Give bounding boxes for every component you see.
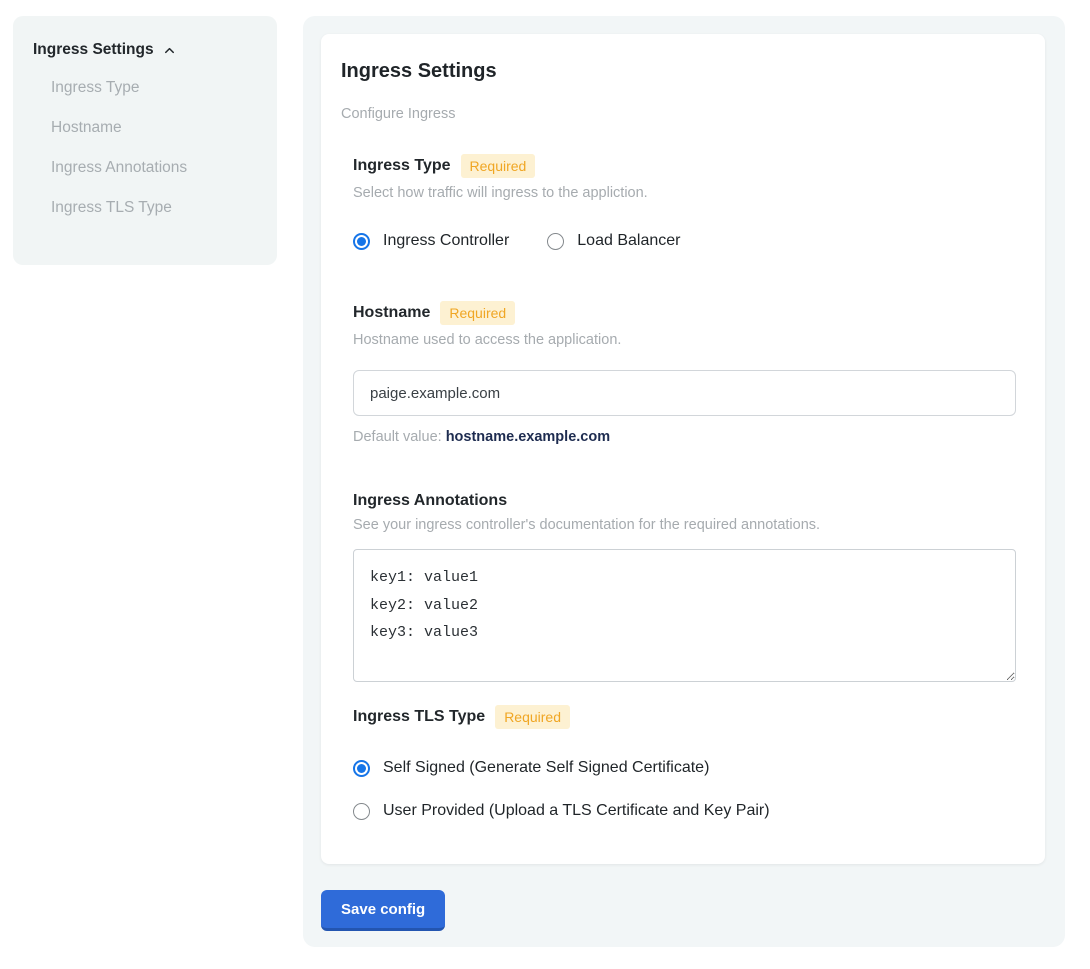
radio-button-icon[interactable] xyxy=(353,233,370,250)
ingress-type-label: Ingress Type xyxy=(353,157,451,175)
sidebar-item-hostname[interactable]: Hostname xyxy=(33,108,257,148)
sidebar-item-list: Ingress Type Hostname Ingress Annotation… xyxy=(33,68,257,228)
sidebar-item-ingress-annotations[interactable]: Ingress Annotations xyxy=(33,148,257,188)
radio-label: Load Balancer xyxy=(577,232,680,250)
section-ingress-annotations: Ingress Annotations See your ingress con… xyxy=(353,492,1015,682)
radio-load-balancer[interactable]: Load Balancer xyxy=(547,232,680,250)
section-hostname: Hostname Required Hostname used to acces… xyxy=(353,301,1015,445)
radio-label: User Provided (Upload a TLS Certificate … xyxy=(383,802,770,820)
ingress-tls-type-label: Ingress TLS Type xyxy=(353,708,485,726)
default-value-text: hostname.example.com xyxy=(446,429,610,445)
ingress-settings-card: Ingress Settings Configure Ingress Ingre… xyxy=(321,34,1045,864)
section-ingress-tls-type: Ingress TLS Type Required Self Signed (G… xyxy=(353,705,1015,820)
ingress-type-radio-group: Ingress Controller Load Balancer xyxy=(353,232,1015,250)
default-value-label: Default value: xyxy=(353,429,446,445)
radio-self-signed[interactable]: Self Signed (Generate Self Signed Certif… xyxy=(353,759,1015,777)
ingress-annotations-textarea[interactable]: key1: value1 key2: value2 key3: value3 xyxy=(353,549,1016,682)
hostname-description: Hostname used to access the application. xyxy=(353,332,1015,348)
sidebar-header-label: Ingress Settings xyxy=(33,41,154,59)
ingress-annotations-label: Ingress Annotations xyxy=(353,492,507,510)
required-badge: Required xyxy=(495,705,570,729)
required-badge: Required xyxy=(461,154,536,178)
radio-button-icon[interactable] xyxy=(353,760,370,777)
required-badge: Required xyxy=(440,301,515,325)
radio-button-icon[interactable] xyxy=(547,233,564,250)
chevron-up-icon xyxy=(162,43,177,58)
hostname-default-hint: Default value: hostname.example.com xyxy=(353,429,1015,445)
sidebar: Ingress Settings Ingress Type Hostname I… xyxy=(13,16,277,265)
sidebar-header-ingress-settings[interactable]: Ingress Settings xyxy=(33,41,257,59)
ingress-annotations-description: See your ingress controller's documentat… xyxy=(353,517,1015,533)
ingress-type-description: Select how traffic will ingress to the a… xyxy=(353,185,1015,201)
sidebar-item-ingress-type[interactable]: Ingress Type xyxy=(33,68,257,108)
sidebar-item-ingress-tls-type[interactable]: Ingress TLS Type xyxy=(33,188,257,228)
section-ingress-type: Ingress Type Required Select how traffic… xyxy=(353,154,1015,250)
hostname-input[interactable] xyxy=(353,370,1016,416)
page-subtitle: Configure Ingress xyxy=(341,106,1015,122)
ingress-tls-radio-group: Self Signed (Generate Self Signed Certif… xyxy=(353,759,1015,820)
hostname-label: Hostname xyxy=(353,304,430,322)
radio-label: Self Signed (Generate Self Signed Certif… xyxy=(383,759,709,777)
radio-user-provided[interactable]: User Provided (Upload a TLS Certificate … xyxy=(353,802,1015,820)
radio-label: Ingress Controller xyxy=(383,232,509,250)
page-title: Ingress Settings xyxy=(341,60,1015,83)
radio-button-icon[interactable] xyxy=(353,803,370,820)
save-config-button[interactable]: Save config xyxy=(321,890,445,931)
radio-ingress-controller[interactable]: Ingress Controller xyxy=(353,232,509,250)
settings-panel: Ingress Settings Configure Ingress Ingre… xyxy=(303,16,1065,947)
